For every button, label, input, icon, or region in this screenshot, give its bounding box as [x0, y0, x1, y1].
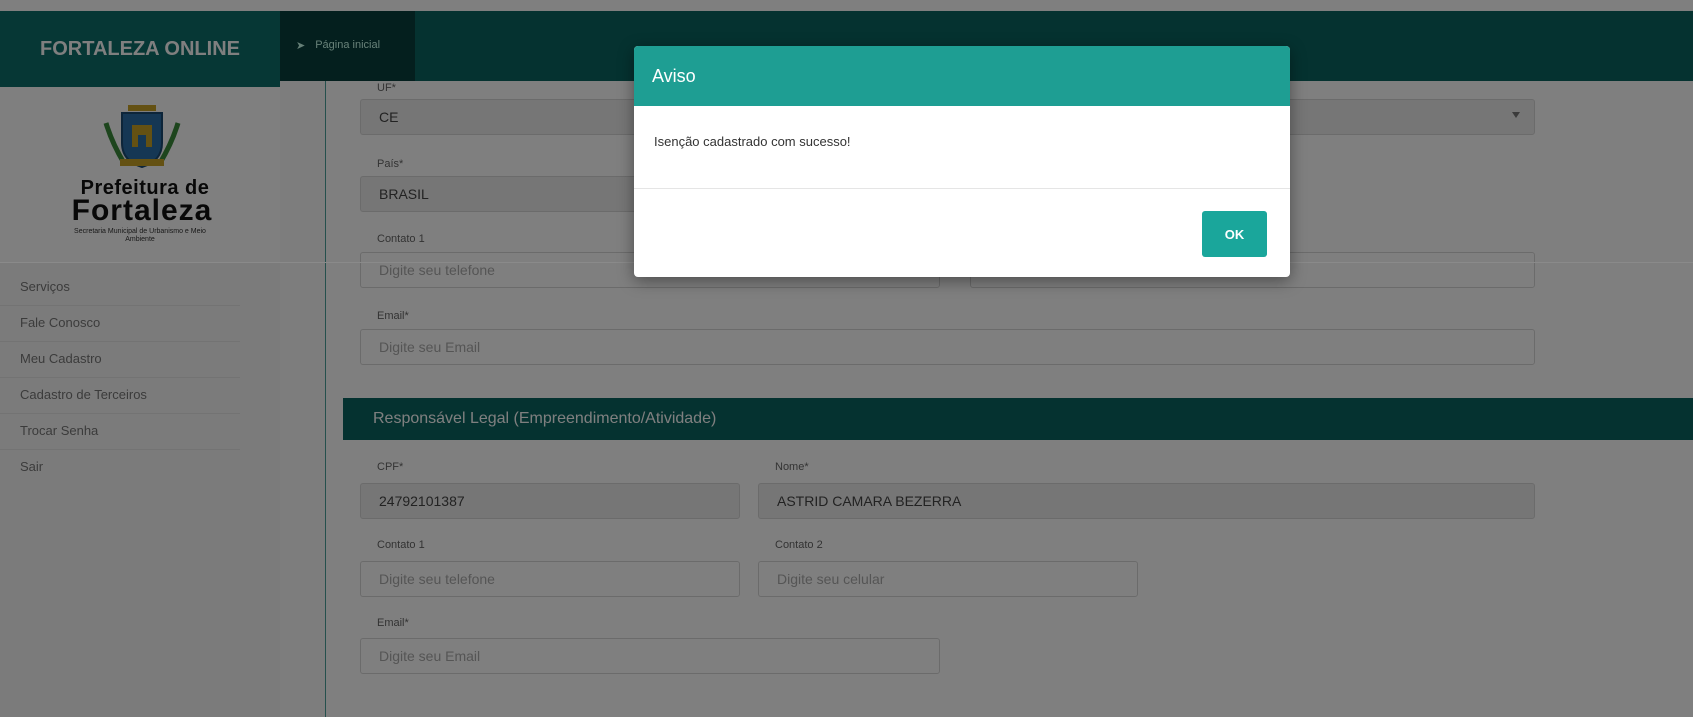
dialog-header: Aviso	[634, 46, 1290, 106]
dialog-footer: OK	[634, 189, 1290, 277]
dialog-body: Isenção cadastrado com sucesso!	[634, 106, 1290, 189]
alert-dialog: Aviso Isenção cadastrado com sucesso! OK	[634, 46, 1290, 277]
dialog-message: Isenção cadastrado com sucesso!	[654, 134, 851, 149]
ok-button[interactable]: OK	[1202, 211, 1267, 257]
dialog-title: Aviso	[652, 65, 696, 86]
